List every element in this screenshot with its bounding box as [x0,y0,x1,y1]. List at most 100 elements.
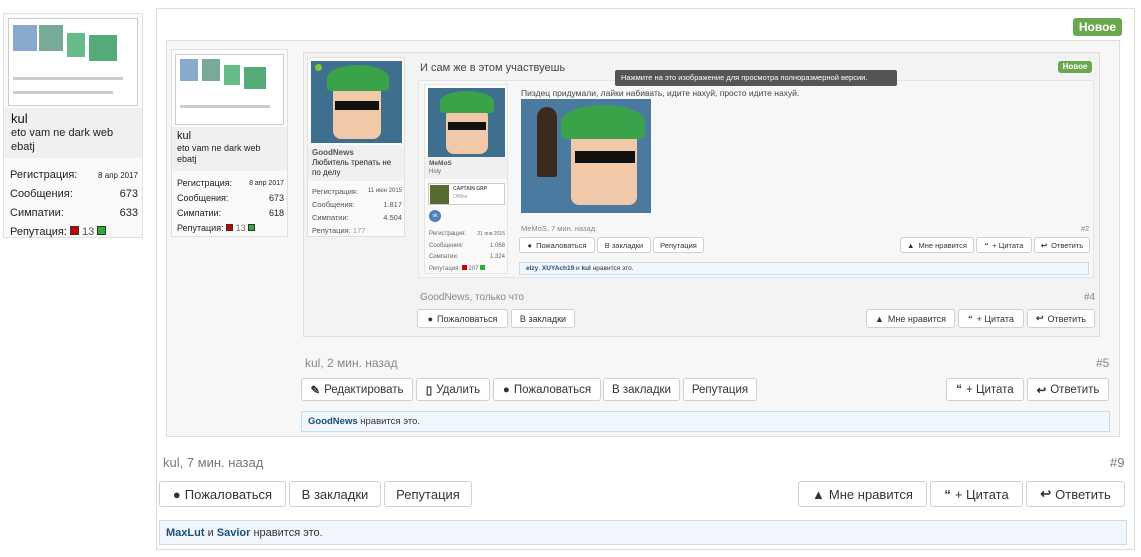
post-meta[interactable]: MeMoS, 7 мин. назад [521,224,595,233]
likes-summary: MaxLut и Savior нравится это. [159,520,1127,545]
reply-arrow-icon: ↩ [1040,486,1052,501]
stat-label: Симпатии: [177,208,222,218]
reputation-button[interactable]: Репутация [683,378,757,401]
edit-button[interactable]: ✎ Редактировать [301,378,413,401]
author-panel: kul eto vam ne dark web ebatj Регистраци… [171,49,288,237]
reply-arrow-icon: ↩ [1040,240,1048,250]
stat-value: 673 [268,193,284,203]
likes-summary: GoodNews нравится это. [301,411,1110,432]
author-stats: Регистрация: 11 июн 2015 Сообщения: 1.817 … [312,185,402,237]
quote-button[interactable]: “+ Цитата [946,378,1024,401]
like-user[interactable]: elzy [526,265,538,272]
post-text: И сам же в этом участвуешь [420,62,566,74]
stat-value: 4.504 [383,213,402,222]
reputation-button[interactable]: Репутация [384,481,472,507]
reply-arrow-icon: ↩ [1035,313,1044,323]
author-stats: Регистрация: 8 апр 2017 Сообщения: 673 Сим… [177,176,284,236]
reputation: Репутация: 207 [429,264,505,276]
post-meta[interactable]: GoodNews, только что [420,292,524,303]
post-number[interactable]: #4 [1084,292,1095,303]
rep-minus-icon[interactable] [69,226,79,235]
quote-icon: “ [968,313,973,324]
reply-button[interactable]: ↩ Ответить [1027,309,1095,328]
bookmark-button[interactable]: В закладки [289,481,381,507]
stat-value: 673 [119,188,138,200]
stat-value: 21 янв 2015 [477,231,505,237]
thumbs-up-icon: ▲ [874,313,884,324]
vk-icon[interactable]: vk [429,210,441,222]
like-user[interactable]: GoodNews [308,416,358,427]
bookmark-button[interactable]: В закладки [597,237,651,253]
author-name[interactable]: GoodNews [312,148,354,157]
author-avatar[interactable] [428,88,505,157]
bookmark-button[interactable]: В закладки [603,378,680,401]
author-avatar[interactable] [175,54,284,125]
author-title: Holy [429,169,442,175]
exclamation-circle-icon: ● [427,313,433,324]
author-title: eto vam ne dark web ebatj [177,143,261,164]
author-name[interactable]: kul [177,130,191,142]
stat-label: Сообщения: [177,193,229,203]
like-user[interactable]: MaxLut [166,527,205,539]
stat-value: 1.324 [489,254,505,260]
quote-icon: “ [944,486,951,502]
pencil-icon: ✎ [310,384,321,397]
like-user[interactable]: Savior [217,527,251,539]
post-number[interactable]: #5 [1096,356,1109,370]
post-meta[interactable]: kul, 2 мин. назад [305,356,398,370]
stat-value: 1.817 [383,200,402,209]
tooltip: Нажмите на это изображение для просмотра… [615,70,897,86]
author-stats: Регистрация: 8 апр 2017 Сообщения: 673 Сим… [10,166,138,242]
reply-button[interactable]: ↩ Ответить [1027,378,1109,401]
stat-value: 633 [119,207,138,219]
report-button[interactable]: ● Пожаловаться [159,481,286,507]
like-button[interactable]: ▲ Мне нравится [866,309,955,328]
trash-icon: ▯ [425,384,433,397]
new-badge: Новое [1073,18,1122,36]
author-panel: GoodNews Любитель трепать не по делу Рег… [307,57,405,237]
author-avatar[interactable] [8,18,138,106]
stat-value: 1.068 [489,242,505,249]
post-meta[interactable]: kul, 7 мин. назад [163,455,263,470]
stat-label: Симпатии: [312,213,349,222]
quote-button[interactable]: “+ Цитата [930,481,1023,507]
like-user[interactable]: kul [581,265,590,272]
stat-value: 618 [268,208,284,218]
author-name[interactable]: MeMoS [429,160,452,167]
author-title: Любитель трепать не по делу [312,158,392,177]
author-name[interactable]: kul [11,111,28,126]
author-panel: kul eto vam ne dark web ebatj Регистраци… [3,13,143,238]
like-user[interactable]: XUYAch19 [542,265,574,272]
stat-label: Сообщения: [10,188,73,200]
reply-arrow-icon: ↩ [1036,384,1047,397]
stat-label: Регистрация: [429,231,466,237]
like-button[interactable]: ▲ Мне нравится [900,237,974,253]
report-button[interactable]: ● Пожаловаться [417,309,508,328]
stat-label: Сообщения: [312,200,355,209]
report-button[interactable]: ● Пожаловаться [519,237,595,253]
game-card[interactable]: CAPTAIN GRP Offline [428,183,505,205]
post-number[interactable]: #2 [1081,224,1089,233]
like-button[interactable]: ▲ Мне нравится [798,481,927,507]
stat-value: 11 июн 2015 [367,188,402,194]
reply-button[interactable]: ↩ Ответить [1026,481,1125,507]
thumbs-up-icon: ▲ [812,486,825,502]
author-panel: MeMoS Holy CAPTAIN GRP Offline vk Регист… [424,84,508,274]
stat-label: Сообщения: [429,242,464,249]
rep-plus-icon[interactable] [248,224,256,231]
reputation-button[interactable]: Репутация [653,237,704,253]
author-avatar[interactable] [311,61,402,143]
quote-button[interactable]: “+ Цитата [976,237,1032,253]
attached-image[interactable] [521,99,651,213]
post-number[interactable]: #9 [1110,455,1124,470]
reply-button[interactable]: ↩ Ответить [1034,237,1090,253]
delete-button[interactable]: ▯ Удалить [416,378,490,401]
bookmark-button[interactable]: В закладки [511,309,575,328]
post-text: Пиздец придумали, лайки набивать, идите … [521,88,800,98]
quote-button[interactable]: “+ Цитата [958,309,1024,328]
stat-label: Регистрация: [312,187,358,196]
quote-icon: “ [956,383,963,396]
rep-plus-icon[interactable] [97,226,107,235]
report-button[interactable]: ● Пожаловаться [493,378,601,401]
rep-minus-icon[interactable] [226,224,234,231]
